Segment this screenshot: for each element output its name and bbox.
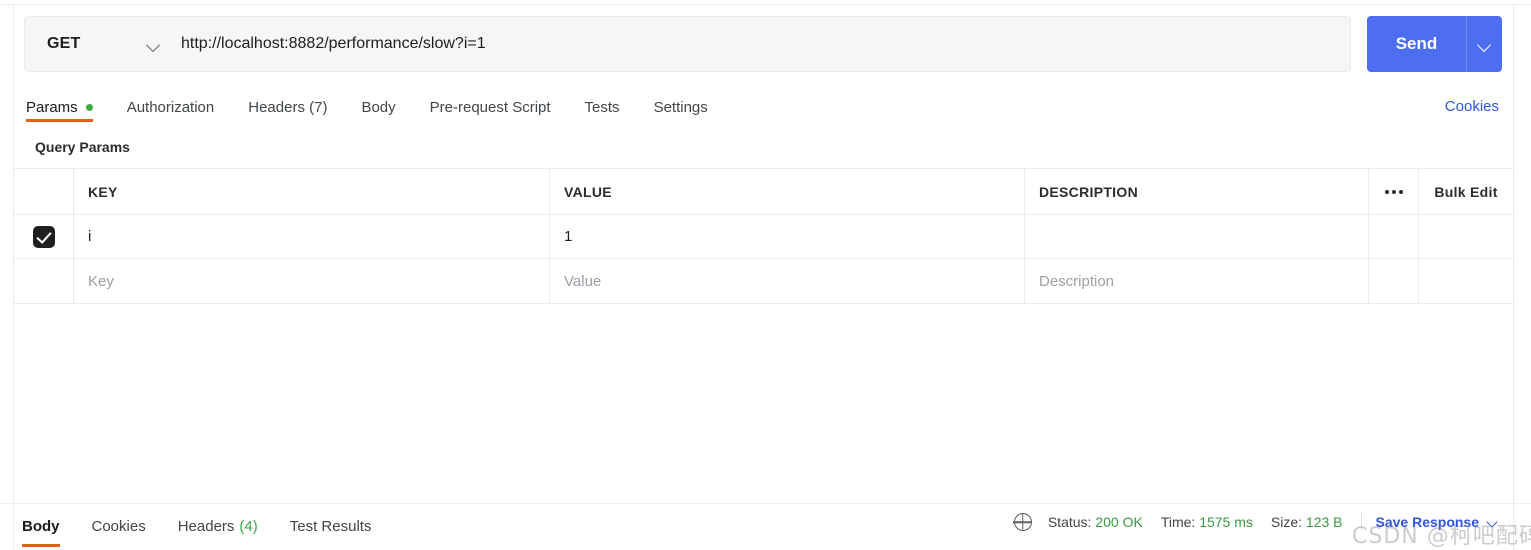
new-row-description-placeholder: Description <box>1039 272 1115 290</box>
http-method-select[interactable]: GET <box>25 17 177 71</box>
row-select-cell <box>14 215 74 258</box>
size-badge: Size: 123 B <box>1271 514 1343 530</box>
row-spacer-cell <box>1369 259 1419 303</box>
tab-label: Authorization <box>126 98 215 116</box>
response-tab-label: Cookies <box>91 517 146 535</box>
url-input[interactable]: http://localhost:8882/performance/slow?i… <box>177 17 1350 71</box>
table-header-row: KEY VALUE DESCRIPTION Bulk Edit <box>14 169 1513 215</box>
response-tab-body[interactable]: Body <box>22 508 60 547</box>
status-badge: Status: 200 OK <box>1048 514 1143 530</box>
tab-body[interactable]: Body <box>361 86 395 122</box>
time-value: 1575 ms <box>1199 514 1253 530</box>
response-tab-label: Test Results <box>289 517 372 535</box>
row-checkbox[interactable] <box>32 225 55 248</box>
response-tab-test-results[interactable]: Test Results <box>290 508 372 544</box>
tab-label: Body <box>361 98 396 116</box>
time-label: Time: <box>1160 514 1196 530</box>
table-row: Key Value Description <box>14 259 1513 303</box>
new-row-value-cell[interactable]: Value <box>550 259 1025 303</box>
chevron-down-icon <box>1487 518 1501 527</box>
tab-params[interactable]: Params <box>26 86 93 122</box>
header-cell-select <box>14 169 74 214</box>
row-select-cell <box>14 259 74 303</box>
send-button-group: Send <box>1367 16 1502 72</box>
tab-tests[interactable]: Tests <box>585 86 620 122</box>
row-key-value: i <box>88 228 92 245</box>
send-button[interactable]: Send <box>1367 16 1466 72</box>
response-tab-headers[interactable]: Headers (4) <box>178 508 258 544</box>
postman-request-pane: GET http://localhost:8882/performance/sl… <box>0 0 1531 550</box>
tab-pre-request-script[interactable]: Pre-request Script <box>430 86 551 122</box>
row-description-cell[interactable] <box>1025 215 1369 258</box>
tab-label: Settings <box>653 98 708 116</box>
request-url-row: GET http://localhost:8882/performance/sl… <box>24 16 1502 72</box>
chevron-down-icon <box>1478 40 1492 49</box>
tab-settings[interactable]: Settings <box>654 86 708 122</box>
row-end-cell <box>1419 259 1513 303</box>
table-options-button[interactable] <box>1369 169 1419 214</box>
response-meta-bar: Status: 200 OK Time: 1575 ms Size: 123 B… <box>1013 513 1502 531</box>
request-empty-area <box>14 304 1513 503</box>
response-tab-label: Headers <box>177 517 235 535</box>
table-row: i 1 <box>14 215 1513 259</box>
globe-icon <box>1013 513 1032 531</box>
request-tabs-row: Params Authorization Headers (7) Body Pr… <box>14 86 1513 128</box>
ellipsis-icon <box>1384 189 1403 194</box>
size-label: Size: <box>1270 514 1303 530</box>
response-divider <box>0 503 1531 504</box>
row-spacer-cell <box>1369 215 1419 258</box>
status-label: Status: <box>1047 514 1092 530</box>
chevron-down-icon <box>147 40 161 49</box>
query-params-title: Query Params <box>35 139 130 155</box>
panel-right-border <box>1513 5 1514 550</box>
response-tab-label: Body <box>22 517 60 535</box>
new-row-description-cell[interactable]: Description <box>1025 259 1369 303</box>
save-response-label: Save Response <box>1375 514 1480 530</box>
response-headers-count: (4) <box>239 517 258 535</box>
new-row-key-cell[interactable]: Key <box>74 259 550 303</box>
unsaved-dot-icon <box>85 103 93 111</box>
response-tab-cookies[interactable]: Cookies <box>92 508 146 544</box>
query-params-table: KEY VALUE DESCRIPTION Bulk Edit i 1 Key … <box>14 168 1513 304</box>
tab-label: Params <box>26 98 78 116</box>
tab-label: Headers (7) <box>248 98 328 116</box>
save-response-button[interactable]: Save Response <box>1376 514 1502 530</box>
tab-headers[interactable]: Headers (7) <box>248 86 327 122</box>
tab-label: Pre-request Script <box>429 98 551 116</box>
send-options-button[interactable] <box>1466 16 1502 72</box>
new-row-value-placeholder: Value <box>564 272 602 290</box>
status-value: 200 OK <box>1095 514 1143 530</box>
new-row-key-placeholder: Key <box>88 272 114 290</box>
tab-label: Tests <box>584 98 620 116</box>
time-badge: Time: 1575 ms <box>1161 514 1253 530</box>
row-key-cell[interactable]: i <box>74 215 550 258</box>
cookies-link[interactable]: Cookies <box>1445 98 1499 115</box>
size-value: 123 B <box>1305 514 1343 530</box>
bulk-edit-button[interactable]: Bulk Edit <box>1419 169 1513 214</box>
tab-authorization[interactable]: Authorization <box>127 86 215 122</box>
http-method-label: GET <box>47 35 81 52</box>
request-tabs: Params Authorization Headers (7) Body Pr… <box>26 86 742 128</box>
row-value-cell[interactable]: 1 <box>550 215 1025 258</box>
header-cell-key: KEY <box>74 169 550 214</box>
row-value-value: 1 <box>564 228 573 245</box>
top-divider <box>0 4 1531 5</box>
response-tabs: Body Cookies Headers (4) Test Results <box>22 508 403 550</box>
url-bar: GET http://localhost:8882/performance/sl… <box>24 16 1351 72</box>
meta-divider <box>1360 513 1362 531</box>
row-end-cell <box>1419 215 1513 258</box>
header-cell-description: DESCRIPTION <box>1025 169 1369 214</box>
header-cell-value: VALUE <box>550 169 1025 214</box>
